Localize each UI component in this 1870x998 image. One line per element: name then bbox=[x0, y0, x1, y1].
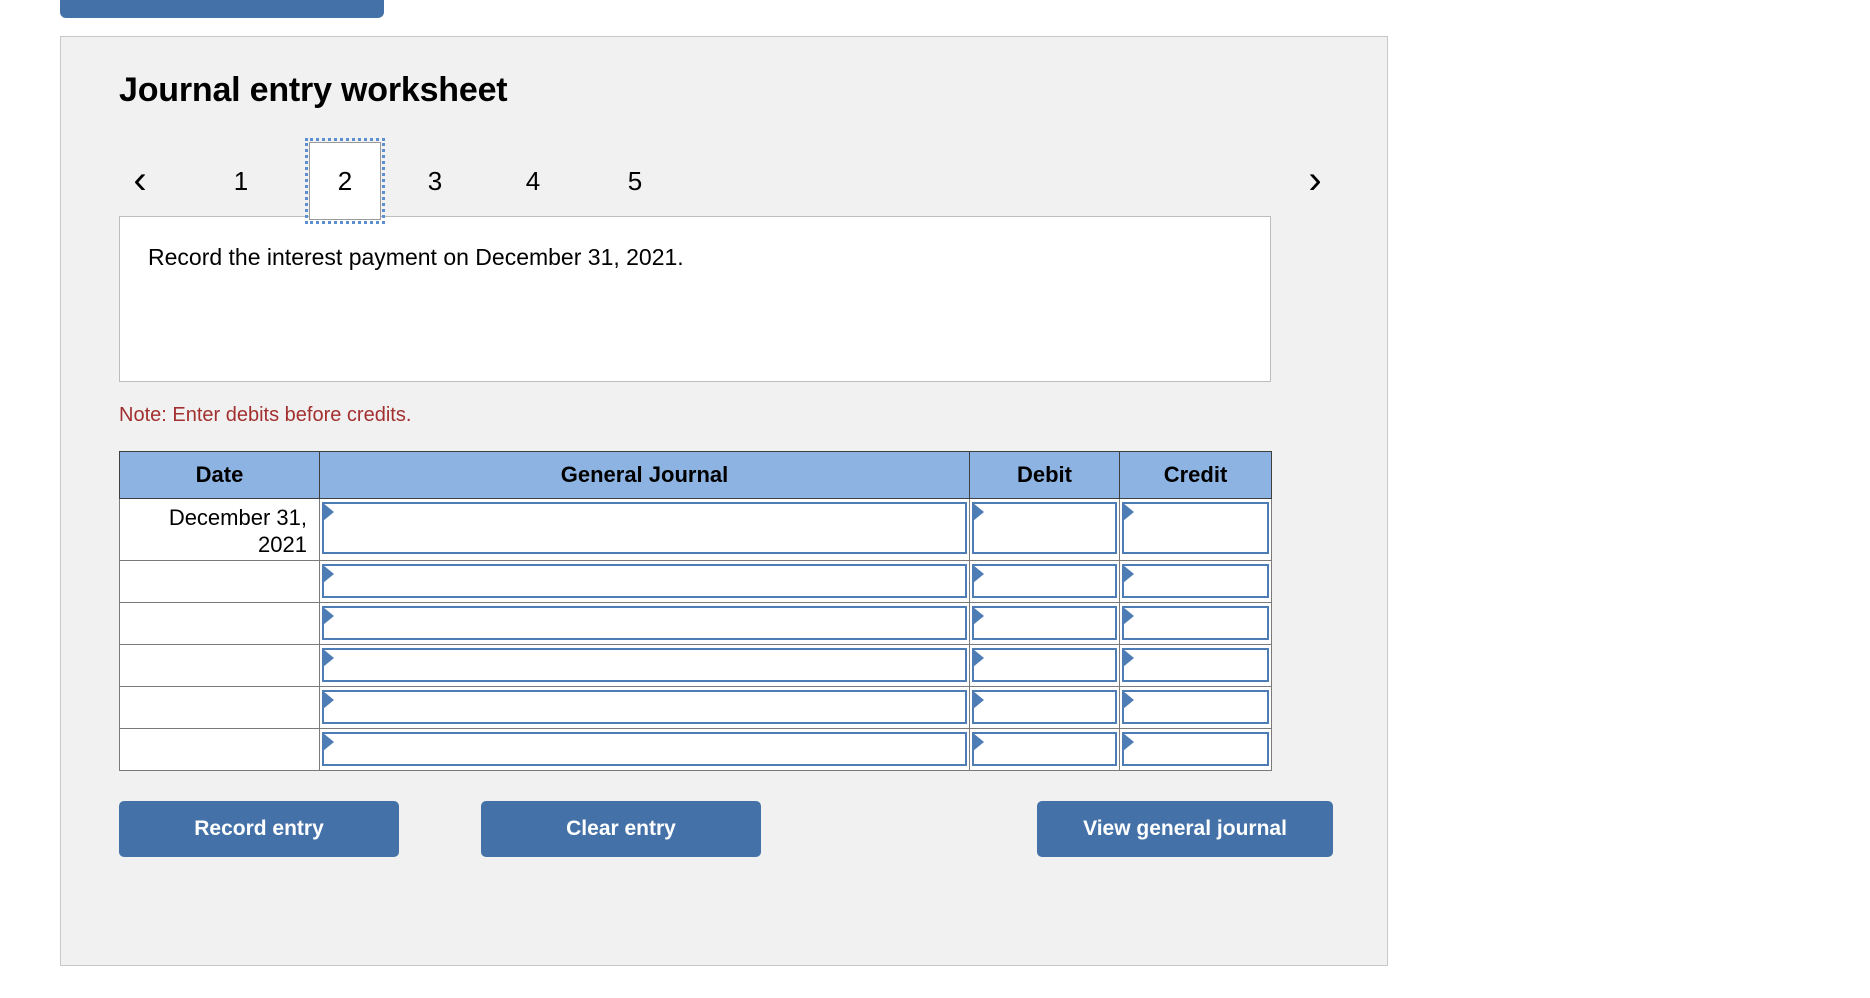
general-journal-account-select[interactable] bbox=[319, 498, 970, 561]
transaction-description-box: Record the interest payment on December … bbox=[119, 216, 1271, 382]
debit-input[interactable] bbox=[969, 686, 1120, 729]
view-general-journal-button[interactable]: View general journal bbox=[1037, 801, 1333, 857]
dropdown-caret-icon bbox=[323, 733, 334, 751]
dropdown-caret-icon bbox=[973, 733, 984, 751]
tab-2-label: 2 bbox=[337, 165, 353, 196]
debit-input[interactable] bbox=[969, 498, 1120, 561]
table-header-row: Date General Journal Debit Credit bbox=[119, 451, 1272, 499]
date-cell[interactable] bbox=[119, 602, 320, 645]
general-journal-account-select[interactable] bbox=[319, 560, 970, 603]
tab-1[interactable]: 1 bbox=[215, 142, 267, 220]
credit-input[interactable] bbox=[1119, 498, 1272, 561]
action-button-row: Record entry Clear entry View general jo… bbox=[119, 801, 1333, 861]
worksheet-tabstrip: ‹ 1 2 3 4 5 › bbox=[119, 138, 1329, 228]
date-cell[interactable] bbox=[119, 644, 320, 687]
debit-input[interactable] bbox=[969, 560, 1120, 603]
general-journal-account-select[interactable] bbox=[319, 728, 970, 771]
debits-before-credits-note: Note: Enter debits before credits. bbox=[119, 404, 412, 426]
table-row bbox=[119, 602, 1272, 645]
journal-entry-table: Date General Journal Debit Credit Decemb… bbox=[119, 451, 1272, 771]
record-entry-button[interactable]: Record entry bbox=[119, 801, 399, 857]
tab-5-label: 5 bbox=[627, 165, 643, 196]
dropdown-caret-icon bbox=[323, 503, 334, 521]
tab-4-label: 4 bbox=[525, 165, 541, 196]
date-cell[interactable] bbox=[119, 728, 320, 771]
page-title: Journal entry worksheet bbox=[119, 71, 508, 109]
chevron-left-icon[interactable]: ‹ bbox=[119, 154, 161, 206]
column-header-credit: Credit bbox=[1119, 451, 1272, 499]
general-journal-account-select[interactable] bbox=[319, 686, 970, 729]
dropdown-caret-icon bbox=[323, 649, 334, 667]
credit-input[interactable] bbox=[1119, 644, 1272, 687]
debit-input[interactable] bbox=[969, 728, 1120, 771]
table-row bbox=[119, 686, 1272, 729]
date-cell: December 31, 2021 bbox=[119, 498, 320, 561]
dropdown-caret-icon bbox=[1123, 503, 1134, 521]
table-row bbox=[119, 728, 1272, 771]
clear-entry-button[interactable]: Clear entry bbox=[481, 801, 761, 857]
tab-5[interactable]: 5 bbox=[609, 142, 661, 220]
dropdown-caret-icon bbox=[973, 565, 984, 583]
date-cell[interactable] bbox=[119, 560, 320, 603]
dropdown-caret-icon bbox=[1123, 565, 1134, 583]
credit-input[interactable] bbox=[1119, 602, 1272, 645]
dropdown-caret-icon bbox=[973, 503, 984, 521]
dropdown-caret-icon bbox=[323, 691, 334, 709]
column-header-general-journal: General Journal bbox=[319, 451, 970, 499]
tab-3[interactable]: 3 bbox=[409, 142, 461, 220]
general-journal-account-select[interactable] bbox=[319, 644, 970, 687]
journal-entry-panel: Journal entry worksheet ‹ 1 2 3 4 5 › Re… bbox=[60, 36, 1388, 966]
dropdown-caret-icon bbox=[1123, 607, 1134, 625]
dropdown-caret-icon bbox=[1123, 733, 1134, 751]
credit-input[interactable] bbox=[1119, 686, 1272, 729]
column-header-date: Date bbox=[119, 451, 320, 499]
dropdown-caret-icon bbox=[1123, 649, 1134, 667]
dropdown-caret-icon bbox=[973, 607, 984, 625]
debit-input[interactable] bbox=[969, 644, 1120, 687]
partial-blue-tab[interactable] bbox=[60, 0, 384, 18]
date-cell[interactable] bbox=[119, 686, 320, 729]
dropdown-caret-icon bbox=[973, 649, 984, 667]
transaction-description: Record the interest payment on December … bbox=[148, 244, 684, 270]
debit-input[interactable] bbox=[969, 602, 1120, 645]
general-journal-account-select[interactable] bbox=[319, 602, 970, 645]
tab-3-label: 3 bbox=[427, 165, 443, 196]
dropdown-caret-icon bbox=[1123, 691, 1134, 709]
tab-1-label: 1 bbox=[233, 165, 249, 196]
column-header-debit: Debit bbox=[969, 451, 1120, 499]
credit-input[interactable] bbox=[1119, 560, 1272, 603]
dropdown-caret-icon bbox=[323, 565, 334, 583]
table-row bbox=[119, 560, 1272, 603]
table-row: December 31, 2021 bbox=[119, 498, 1272, 561]
table-row bbox=[119, 644, 1272, 687]
credit-input[interactable] bbox=[1119, 728, 1272, 771]
chevron-right-icon[interactable]: › bbox=[1294, 154, 1336, 206]
dropdown-caret-icon bbox=[973, 691, 984, 709]
tab-4[interactable]: 4 bbox=[507, 142, 559, 220]
tab-2[interactable]: 2 bbox=[305, 138, 385, 224]
dropdown-caret-icon bbox=[323, 607, 334, 625]
